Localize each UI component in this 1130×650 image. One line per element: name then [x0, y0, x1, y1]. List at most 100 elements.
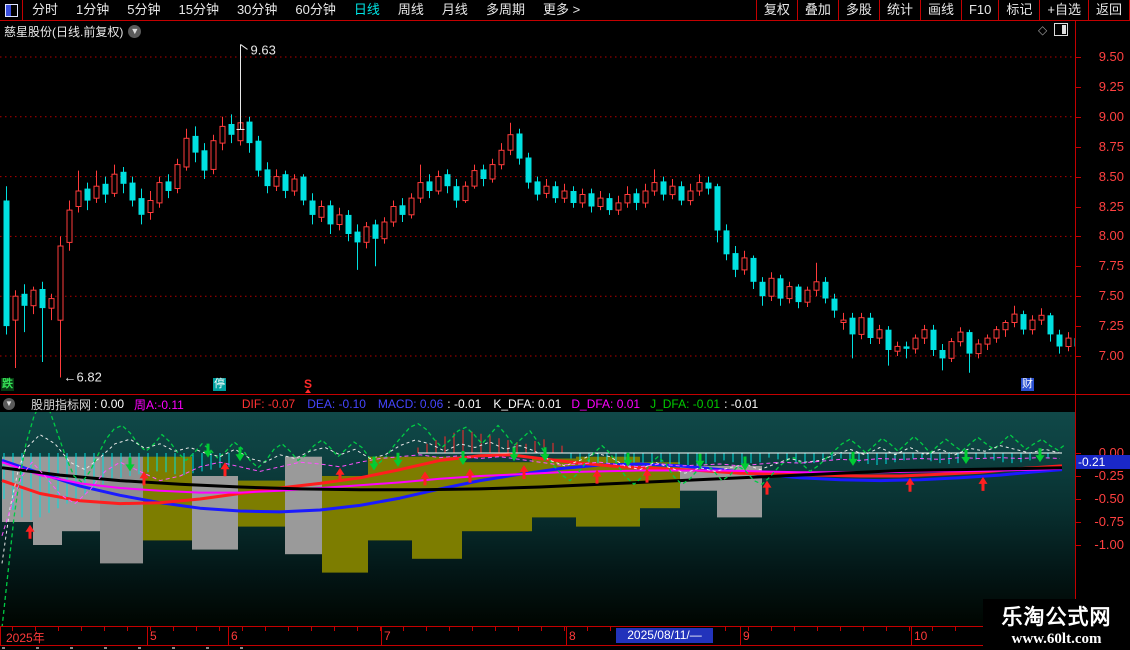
current-value-badge: -0.21 — [1076, 455, 1130, 469]
indicator-panel[interactable] — [0, 412, 1075, 626]
window-layout-icon[interactable] — [0, 0, 23, 20]
indicator-value: MACD: 0.06 — [377, 397, 444, 411]
indicator-value: : 0.00 — [94, 397, 125, 411]
divider-line — [0, 394, 1130, 395]
menu-item-返回[interactable]: 返回 — [1087, 0, 1129, 20]
menu-item-更多 >[interactable]: 更多 > — [534, 0, 589, 20]
menu-item-F10[interactable]: F10 — [960, 0, 998, 20]
menu-item-15分钟[interactable]: 15分钟 — [169, 0, 227, 20]
sell-arrow-icon — [1035, 448, 1045, 463]
page-title: 慈星股份(日线.前复权) — [4, 24, 124, 39]
diamond-icon[interactable]: ◇ — [1038, 24, 1047, 36]
date-tick — [380, 627, 381, 631]
price-tick-label: 8.25 — [1098, 198, 1124, 214]
left-menu: 分时 1分钟 5分钟 15分钟 30分钟 60分钟 日线 周线 月线 多周期 更多 > — [23, 0, 589, 20]
date-tick — [886, 627, 887, 631]
date-label: 9 — [743, 629, 750, 643]
date-separator — [740, 627, 741, 645]
menu-item-标记[interactable]: 标记 — [998, 0, 1039, 20]
axis-tick — [1076, 236, 1081, 238]
event-marker-停[interactable]: 停 — [213, 378, 226, 391]
price-tick-label: 9.00 — [1098, 108, 1124, 124]
menu-item-复权[interactable]: 复权 — [755, 0, 797, 20]
date-tick — [771, 627, 772, 631]
candlestick-chart[interactable]: 9.63 ←6.82 跌 停 S 财 — [0, 21, 1075, 395]
date-tick — [909, 627, 910, 631]
menu-item-多股[interactable]: 多股 — [837, 0, 879, 20]
date-separator — [228, 627, 229, 645]
date-tick — [794, 627, 795, 631]
date-label: 5 — [150, 629, 157, 643]
menu-item-日线[interactable]: 日线 — [345, 0, 389, 20]
menu-item-+自选[interactable]: +自选 — [1039, 0, 1088, 20]
date-tick — [955, 627, 956, 631]
date-tick — [495, 627, 496, 631]
price-tick-label: 7.50 — [1098, 288, 1124, 304]
event-marker-跌[interactable]: 跌 — [1, 378, 14, 391]
right-menu: 复权 叠加 多股 统计 画线 F10 标记 +自选 返回 — [755, 0, 1130, 20]
event-marker-S[interactable]: S — [304, 378, 312, 393]
top-menu-bar: 分时 1分钟 5分钟 15分钟 30分钟 60分钟 日线 周线 月线 多周期 更多 > 复权 叠加 多股… — [0, 0, 1130, 21]
price-tick-label: 9.50 — [1098, 49, 1124, 64]
date-tick — [817, 627, 818, 631]
date-separator — [381, 627, 382, 645]
date-tick — [81, 627, 82, 631]
date-tick — [311, 627, 312, 631]
trading-app-window: 分时 1分钟 5分钟 15分钟 30分钟 60分钟 日线 周线 月线 多周期 更多 > 复权 叠加 多股… — [0, 0, 1130, 650]
menu-item-统计[interactable]: 统计 — [878, 0, 920, 20]
date-tick — [541, 627, 542, 631]
sell-arrow-icon — [961, 450, 971, 464]
menu-item-叠加[interactable]: 叠加 — [796, 0, 838, 20]
indicator-tick-label: -0.75 — [1094, 514, 1124, 529]
date-tick — [127, 627, 128, 631]
date-label: 8 — [569, 629, 576, 643]
menu-item-周线[interactable]: 周线 — [389, 0, 433, 20]
chart-title-bar: 慈星股份(日线.前复权) ▼ — [4, 24, 142, 39]
date-label: 2025年 — [6, 631, 45, 645]
date-tick — [840, 627, 841, 631]
indicator-value: D_DFA: 0.01 — [571, 397, 641, 411]
chevron-down-icon[interactable]: ▼ — [128, 24, 142, 38]
indicator-tick-label: -0.25 — [1094, 468, 1124, 483]
date-tick — [564, 627, 565, 631]
axis-tick — [1076, 146, 1081, 148]
axis-tick — [1076, 206, 1081, 208]
axis-tick — [1076, 116, 1081, 118]
split-view-icon[interactable] — [1054, 23, 1069, 36]
date-tick — [587, 627, 588, 631]
axis-tick — [1076, 266, 1081, 268]
axis-tick — [1076, 499, 1081, 500]
menu-item-5分钟[interactable]: 5分钟 — [118, 0, 169, 20]
menu-item-月线[interactable]: 月线 — [433, 0, 477, 20]
date-tick — [219, 627, 220, 631]
date-tick — [173, 627, 174, 631]
axis-tick — [1076, 176, 1081, 178]
price-tick-label: 8.75 — [1098, 138, 1124, 154]
price-tick-label: 8.00 — [1098, 228, 1124, 244]
menu-item-30分钟[interactable]: 30分钟 — [228, 0, 286, 20]
axis-tick — [1076, 476, 1081, 477]
menu-item-多周期[interactable]: 多周期 — [477, 0, 534, 20]
date-tick — [196, 627, 197, 631]
indicator-tick-label: -0.50 — [1094, 491, 1124, 506]
menu-item-60分钟[interactable]: 60分钟 — [286, 0, 344, 20]
date-separator — [147, 627, 148, 645]
menu-item-分时[interactable]: 分时 — [23, 0, 67, 20]
menu-item-画线[interactable]: 画线 — [919, 0, 961, 20]
axis-tick — [1076, 296, 1081, 298]
date-tick — [58, 627, 59, 631]
collapse-indicator-icon[interactable]: ▼ — [3, 398, 15, 410]
menu-item-1分钟[interactable]: 1分钟 — [67, 0, 118, 20]
indicator-value: 周A:-0.11 — [134, 397, 184, 412]
date-axis: 2025年 5 6 7 8 9 10 2025/08/11/— — [0, 627, 1130, 645]
title-icons: ◇ — [1038, 23, 1069, 36]
event-marker-财[interactable]: 财 — [1021, 378, 1034, 391]
axis-tick — [1076, 356, 1081, 357]
date-tick — [610, 627, 611, 631]
indicator-header: ▼ 股朋指标网: 0.00 周A:-0.11 DIF: -0.07 DEA: -0.1… — [0, 396, 1075, 412]
date-tick — [104, 627, 105, 631]
watermark-title: 乐淘公式网 — [1001, 605, 1112, 629]
date-label: 7 — [384, 629, 391, 643]
indicator-value: J_DFA: -0.01 — [650, 397, 721, 411]
clipped-status-row — [0, 646, 1130, 650]
